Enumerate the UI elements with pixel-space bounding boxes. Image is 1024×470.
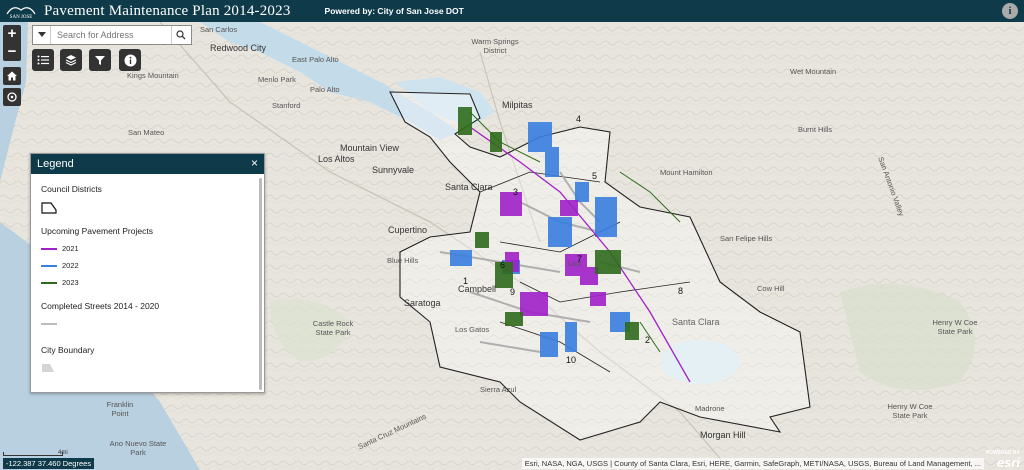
line-swatch-icon <box>41 281 57 284</box>
attribution-text: Esri, NASA, NGA, USGS | County of Santa … <box>521 458 984 469</box>
legend-item-2021: 2021 <box>41 244 254 253</box>
home-icon <box>7 71 17 81</box>
place-label: Los Gatos <box>455 325 490 334</box>
place-label: San Carlos <box>200 25 238 34</box>
legend-body: Council Districts Upcoming Pavement Proj… <box>31 184 264 375</box>
place-label: Milpitas <box>502 100 533 110</box>
zoom-out-button[interactable]: − <box>3 43 21 61</box>
coordinate-readout: -122.387 37.460 Degrees <box>3 458 95 469</box>
legend-section-title: Council Districts <box>41 184 102 194</box>
place-label: San Felipe Hills <box>720 234 773 243</box>
place-label: Cow Hill <box>757 284 785 293</box>
place-label: Sierra Azul <box>480 385 517 394</box>
legend-item-label: 2022 <box>62 261 79 270</box>
place-label: Ano Nuevo State Park <box>109 439 167 457</box>
place-label: Kings Mountain <box>127 71 179 80</box>
place-label: Stanford <box>272 101 301 110</box>
locate-button[interactable] <box>3 88 21 106</box>
chevron-down-icon <box>37 32 46 37</box>
place-label: Menlo Park <box>258 75 296 84</box>
district-number: 10 <box>566 355 577 365</box>
locate-icon <box>7 92 17 102</box>
esri-logo: POWERED BY esri <box>986 448 1020 470</box>
place-label: Morgan Hill <box>700 430 746 440</box>
place-label: Santa Clara <box>672 317 720 327</box>
legend-scrollbar[interactable] <box>259 178 262 390</box>
legend-header: Legend × <box>31 154 264 174</box>
place-label: Franklin Point <box>106 400 134 418</box>
boundary-symbol-icon <box>42 364 54 372</box>
legend-item-label: 2021 <box>62 244 79 253</box>
place-label: Wet Mountain <box>790 67 837 76</box>
district-number: 1 <box>463 276 469 286</box>
san-jose-logo: SAN JOSE <box>4 1 38 21</box>
place-label: Mountain View <box>340 143 399 153</box>
search-input[interactable] <box>51 30 171 40</box>
district-number: 2 <box>645 335 651 345</box>
district-number: 3 <box>513 187 519 197</box>
legend-panel: Legend × Council Districts Upcoming Pave… <box>30 153 265 393</box>
layers-icon <box>65 55 77 66</box>
place-label: Los Altos <box>318 154 355 164</box>
legend-section-title: Completed Streets 2014 - 2020 <box>41 301 160 311</box>
place-label: Palo Alto <box>310 85 340 94</box>
legend-item-label: 2023 <box>62 278 79 287</box>
place-label: Henry W Coe State Park <box>932 318 978 336</box>
info-icon <box>124 54 136 66</box>
polygon-symbol-icon <box>41 202 57 214</box>
info-button[interactable] <box>119 49 141 71</box>
close-icon[interactable]: × <box>251 156 258 170</box>
esri-wordmark: esri <box>996 455 1020 470</box>
district-number: 9 <box>510 287 516 297</box>
layers-button[interactable] <box>60 49 82 71</box>
zoom-in-button[interactable]: + <box>3 25 21 43</box>
legend-item-2022: 2022 <box>41 261 254 270</box>
place-label: Saratoga <box>404 298 441 308</box>
zoom-control: + − <box>3 25 21 61</box>
district-number: 8 <box>678 286 684 296</box>
filter-button[interactable] <box>89 49 111 71</box>
place-label: Castle Rock State Park <box>312 319 354 337</box>
place-label: Warm Springs District <box>471 37 519 55</box>
place-label: Sunnyvale <box>372 165 415 175</box>
scale-bar <box>3 452 63 456</box>
powered-by-text: Powered by: City of San Jose DOT <box>324 6 464 16</box>
legend-toggle-button[interactable] <box>32 49 54 71</box>
legend-title: Legend <box>37 158 74 170</box>
place-label: Henry W Coe State Park <box>887 402 933 420</box>
home-button[interactable] <box>3 67 21 85</box>
place-label: San Mateo <box>128 128 165 137</box>
app-title: Pavement Maintenance Plan 2014-2023 <box>44 2 291 19</box>
place-label: Redwood City <box>210 43 267 53</box>
place-label: Cupertino <box>388 225 428 235</box>
district-number: 6 <box>500 260 506 270</box>
place-label: Mount Hamilton <box>660 168 713 177</box>
legend-list-icon <box>37 55 49 65</box>
legend-section-title: Upcoming Pavement Projects <box>41 226 153 236</box>
map-view[interactable]: San Carlos Redwood City East Palo Alto M… <box>0 22 1024 470</box>
district-number: 7 <box>577 254 583 264</box>
search-button[interactable] <box>171 26 189 44</box>
search-source-dropdown[interactable] <box>33 26 51 44</box>
place-label: Madrone <box>695 404 725 413</box>
place-label: East Palo Alto <box>292 55 339 64</box>
about-info-icon[interactable]: i <box>1002 3 1018 19</box>
district-number: 5 <box>592 171 598 181</box>
filter-icon <box>95 56 105 65</box>
scale-label: 4mi <box>58 450 68 456</box>
svg-text:SAN JOSE: SAN JOSE <box>10 15 33 20</box>
place-label: Burnt Hills <box>798 125 833 134</box>
line-swatch-icon <box>41 247 57 250</box>
address-search <box>32 25 192 45</box>
line-swatch-icon <box>41 264 57 267</box>
place-label: Santa Clara <box>445 182 493 192</box>
search-icon <box>175 30 185 40</box>
legend-item-2023: 2023 <box>41 278 254 287</box>
app-header: SAN JOSE Pavement Maintenance Plan 2014-… <box>0 0 1024 22</box>
district-number: 4 <box>576 114 582 124</box>
place-label: Blue Hills <box>387 256 419 265</box>
legend-section-title: City Boundary <box>41 345 95 355</box>
completed-line-swatch-icon <box>41 323 57 325</box>
